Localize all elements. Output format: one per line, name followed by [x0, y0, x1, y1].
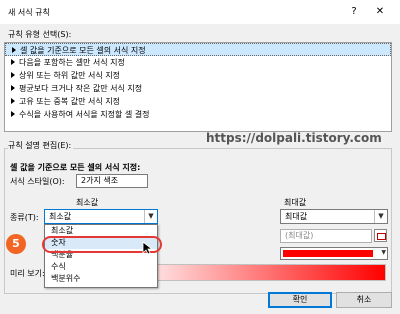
min-column-header: 최소값 — [76, 198, 99, 207]
max-value-input[interactable]: (최대값) — [280, 229, 372, 243]
ok-button[interactable]: 확인 — [268, 292, 332, 308]
rule-type-item[interactable]: 평균보다 크거나 작은 값만 서식 지정 — [5, 82, 391, 95]
triangle-icon — [11, 98, 15, 104]
rule-type-item[interactable]: 고유 또는 중복 값만 서식 지정 — [5, 95, 391, 108]
triangle-icon — [11, 59, 15, 65]
format-style-select[interactable]: 2가지 색조 — [76, 174, 148, 188]
max-type-combo[interactable]: 최대값 ▼ — [280, 209, 388, 224]
cancel-button[interactable]: 취소 — [336, 292, 392, 308]
title-bar: 새 서식 규칙 ? ✕ — [0, 0, 400, 24]
step-number-badge: 5 — [6, 234, 26, 254]
rule-type-item[interactable]: 상위 또는 하위 값만 서식 지정 — [5, 69, 391, 82]
preview-label: 미리 보기: — [10, 269, 45, 278]
dropdown-item[interactable]: 백분위수 — [45, 273, 157, 285]
close-button[interactable]: ✕ — [372, 4, 388, 20]
chevron-down-icon[interactable]: ▼ — [381, 249, 386, 256]
triangle-icon — [11, 85, 15, 91]
rule-type-item[interactable]: 다음을 포함하는 셀만 서식 지정 — [5, 56, 391, 69]
chevron-down-icon[interactable]: ▼ — [144, 210, 157, 223]
max-column-header: 최대값 — [284, 198, 307, 207]
watermark-text: https://dolpali.tistory.com — [206, 131, 382, 145]
cell-reference-icon[interactable] — [374, 229, 387, 242]
max-color-picker[interactable]: ▼ — [280, 247, 388, 260]
rule-type-label: 규칙 유형 선택(S): — [8, 30, 72, 39]
dropdown-item[interactable]: 수식 — [45, 261, 157, 273]
rule-type-item[interactable]: 셀 값을 기준으로 모든 셀의 서식 지정 — [5, 43, 391, 56]
min-type-combo[interactable]: 최소값 ▼ — [44, 209, 158, 224]
chevron-down-icon[interactable]: ▼ — [374, 210, 387, 223]
preview-gradient — [154, 264, 386, 281]
help-button[interactable]: ? — [346, 4, 362, 20]
mouse-cursor-icon — [142, 241, 152, 255]
triangle-icon — [12, 47, 16, 53]
color-swatch — [283, 250, 373, 257]
edit-section-label: 규칙 설명 편집(E): — [8, 140, 74, 151]
window-title: 새 서식 규칙 — [8, 8, 50, 17]
type-label: 종류(T): — [10, 213, 39, 222]
triangle-icon — [11, 111, 15, 117]
format-style-label: 서식 스타일(O): — [10, 177, 65, 186]
edit-description-title: 셀 값을 기준으로 모든 셀의 서식 지정: — [10, 163, 141, 172]
triangle-icon — [11, 72, 15, 78]
min-type-dropdown-list[interactable]: 최소값 숫자 백분율 수식 백분위수 — [44, 224, 158, 288]
rule-type-list[interactable]: 셀 값을 기준으로 모든 셀의 서식 지정 다음을 포함하는 셀만 서식 지정 … — [4, 42, 392, 132]
rule-type-item[interactable]: 수식을 사용하여 서식을 지정할 셀 결정 — [5, 108, 391, 121]
